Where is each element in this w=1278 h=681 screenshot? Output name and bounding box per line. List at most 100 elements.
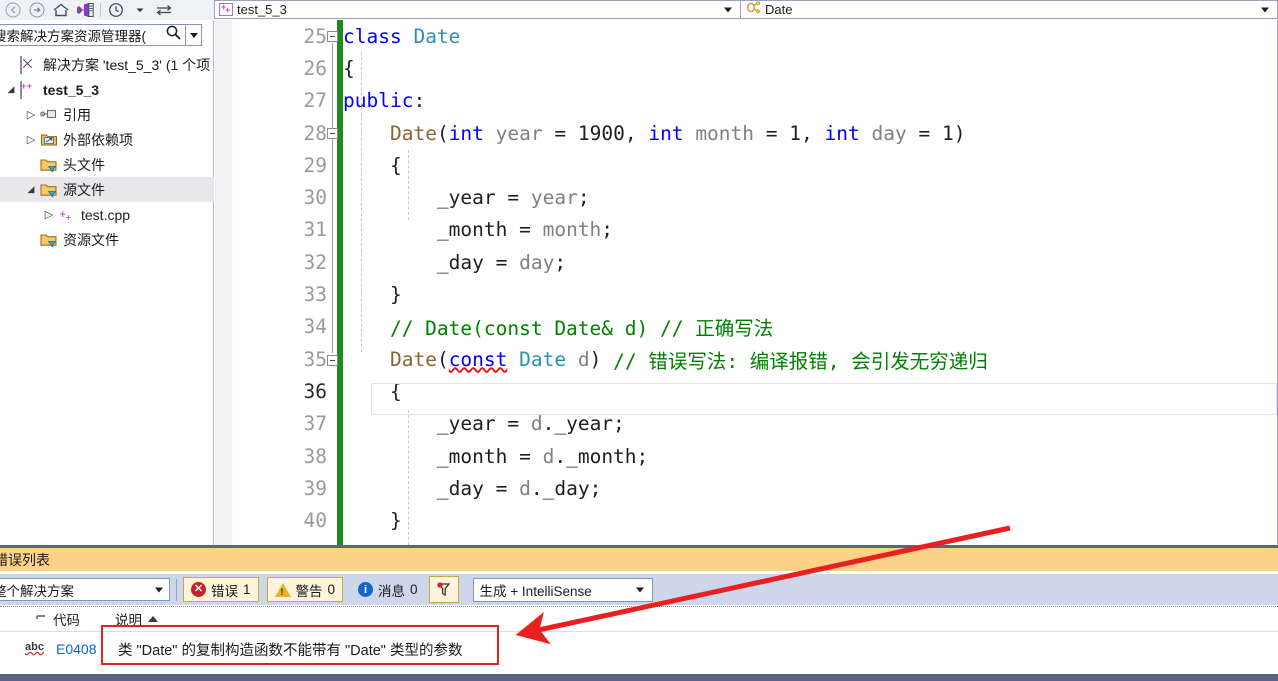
code-token: = [754,121,790,145]
home-icon[interactable] [50,1,72,19]
code-token: ; [601,218,614,242]
search-solution-explorer-input[interactable]: 搜索解决方案资源管理器( [0,24,202,46]
code-editor[interactable]: 25 26 27 28 29 30 31 32 33 34 35 36 37 38 39 40 class D… [215,20,1278,545]
magnifier-icon[interactable] [162,24,185,46]
code-line[interactable]: public: [343,85,1277,117]
tree-item-project[interactable]: test_5_3 [0,77,214,102]
cpp-project-icon [219,3,233,16]
code-line[interactable]: // Date(const Date& d) // 正确写法 [343,311,1277,343]
pending-changes-clock-icon[interactable] [105,1,127,19]
editor-navigation-bar-class[interactable]: Date [740,0,1278,19]
chevron-down-icon[interactable] [1261,7,1269,12]
tree-item-solution[interactable]: 解决方案 'test_5_3' (1 个项 [0,52,214,77]
code-token: = [542,121,578,145]
code-token: _year = [343,412,531,436]
indent-guide [408,410,409,545]
code-line[interactable]: class Date [343,20,1277,52]
code-line[interactable]: } [343,278,1277,310]
chevron-down-icon[interactable] [635,587,644,592]
cpp-project-icon [20,80,39,99]
tree-item-source-files[interactable]: 源文件 [0,177,214,202]
error-code: E0408 [56,641,97,657]
tree-item-label: test_5_3 [43,81,100,98]
annotation-highlight-box [101,625,499,665]
code-token: const [448,347,508,371]
code-line[interactable]: { [343,52,1277,84]
code-token: { [343,56,355,80]
code-token: month [695,121,755,145]
code-token: } [343,283,402,307]
code-line[interactable]: _year = year; [343,181,1277,213]
severity-column-header[interactable] [0,613,53,625]
code-line[interactable]: _month = d. _month; [343,440,1277,472]
code-token: _month [566,444,637,468]
code-text-area[interactable]: class Date { public: Date(int year = 1900,… [343,20,1277,545]
editor-navigation-bar-project[interactable]: test_5_3 [214,0,740,19]
fold-toggle-class[interactable] [327,31,338,42]
visual-studio-icon[interactable] [74,1,96,19]
twisty-closed-icon[interactable] [22,108,40,121]
scope-filter-value: 整个解决方案 [0,583,74,599]
folder-filter-icon [40,232,59,248]
tree-item-label: 源文件 [63,181,105,198]
tree-item-label: 解决方案 'test_5_3' (1 个项 [43,56,211,73]
error-list-toolbar: 整个解决方案 ✕ 错误 1 警告 0 i 消息 0 [0,574,1278,605]
warnings-count: 0 [327,582,336,597]
twisty-closed-icon[interactable] [40,208,58,221]
code-line[interactable]: Date(const Date d) // 错误写法: 编译报错, 会引发无穷递… [343,343,1277,375]
search-input-value: 搜索解决方案资源管理器( [0,29,146,44]
errors-filter-button[interactable]: ✕ 错误 1 [183,577,259,602]
code-line[interactable]: Date(int year = 1900, int month = 1, int… [343,117,1277,149]
tree-item-resource-files[interactable]: 资源文件 [0,227,214,252]
code-line[interactable]: _day = d. _day; [343,472,1277,504]
twisty-open-icon[interactable] [22,184,40,195]
fold-toggle-copy-ctor[interactable] [327,355,338,366]
sync-with-active-document-icon[interactable] [153,1,175,19]
fold-toggle-ctor[interactable] [327,128,338,139]
warnings-label: 警告 [295,583,323,599]
code-token: class [343,24,414,48]
chevron-down-icon[interactable] [155,587,163,592]
code-token: = [906,121,942,145]
intellisense-abc-icon: abc [25,641,44,653]
code-line[interactable]: { [343,149,1277,181]
code-token: ; [554,250,567,274]
tree-item-external-dependencies[interactable]: 外部依赖项 [0,127,214,152]
code-line[interactable]: } [343,504,1277,536]
chevron-down-icon[interactable] [129,1,151,19]
sort-ascending-icon [148,616,158,622]
build-intellisense-dropdown[interactable]: 生成 + IntelliSense [472,577,653,602]
cpp-file-icon: + + [58,207,77,223]
messages-filter-button[interactable]: i 消息 0 [351,577,425,602]
warning-triangle-icon [274,582,291,597]
outlining-column[interactable] [215,20,343,545]
back-arrow-icon[interactable] [2,1,24,19]
errors-count: 1 [243,582,251,597]
tree-item-header-files[interactable]: 头文件 [0,152,214,177]
twisty-closed-icon[interactable] [22,133,40,146]
filter-funnel-icon[interactable] [428,576,459,603]
code-token: ( [436,347,449,371]
solution-tree: 解决方案 'test_5_3' (1 个项 test_5_3 引用 [0,52,214,252]
chevron-down-icon[interactable] [724,7,732,12]
scope-filter-dropdown[interactable]: 整个解决方案 [0,578,170,601]
search-options-chevron-down-icon[interactable] [185,25,201,45]
code-token: d [577,347,590,371]
tree-item-test-cpp[interactable]: ++ test.cpp [0,202,214,227]
error-list-title-bar: 错误列表 [0,545,1278,571]
folder-filter-icon [40,157,59,173]
code-token: year [530,186,578,210]
forward-arrow-icon[interactable] [26,1,48,19]
code-token: _year = [343,186,531,210]
code-line[interactable]: _month = month; [343,214,1277,246]
warnings-filter-button[interactable]: 警告 0 [266,577,344,602]
messages-label: 消息 [378,583,406,599]
code-line[interactable]: _day = day; [343,246,1277,278]
tree-item-references[interactable]: 引用 [0,102,214,127]
twisty-open-icon[interactable] [2,84,20,95]
code-column-label: 代码 [53,613,80,628]
tree-item-label: 头文件 [63,156,105,173]
